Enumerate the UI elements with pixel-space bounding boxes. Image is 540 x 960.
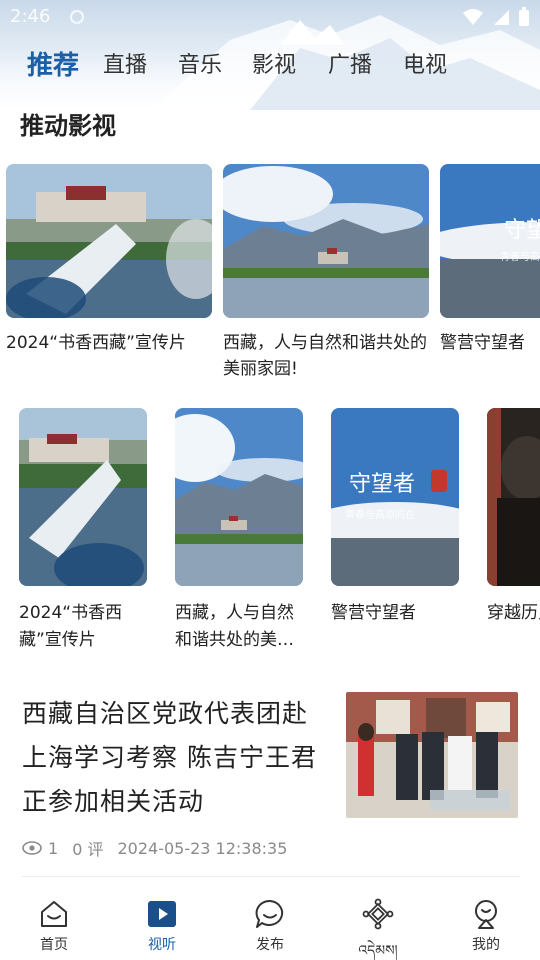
video-thumbnail-guardians: 守望者 青春与高原同在 [331, 408, 459, 586]
video-card[interactable]: 2024“书香西藏”宣传片 [6, 164, 212, 356]
publish-date: 2024-05-23 12:38:35 [117, 838, 288, 858]
video-caption: 西藏，人与自然和谐共处的美丽家园! [175, 603, 294, 650]
tab-radio[interactable]: 广播 [328, 46, 372, 86]
video-card[interactable]: 穿越历史对话 [487, 408, 540, 627]
status-time: 2:46 [10, 6, 51, 27]
video-caption: 2024“书香西藏”宣传片 [19, 603, 123, 650]
tab-tv[interactable]: 电视 [403, 46, 447, 86]
wifi-icon [463, 9, 483, 25]
tab-film[interactable]: 影视 [252, 46, 296, 86]
video-card[interactable]: 守望者 青春与高原同在 警营守望者 [440, 164, 540, 356]
video-card[interactable]: 西藏，人与自然和谐共处的美丽家园! [223, 164, 429, 382]
video-caption: 穿越历史对话 [487, 603, 540, 623]
video-thumbnail-lake [175, 408, 303, 586]
endless-knot-icon [362, 898, 394, 930]
video-caption: 警营守望者 [331, 603, 416, 623]
tab-live[interactable]: 直播 [103, 46, 147, 86]
video-caption: 警营守望者 [440, 333, 525, 353]
chat-icon [255, 899, 284, 928]
video-thumbnail-potala [19, 408, 147, 586]
news-item[interactable]: 西藏自治区党政代表团赴上海学习考察 陈吉宁王君正参加相关活动 1 0 评 202… [22, 692, 520, 872]
video-card[interactable]: 2024“书香西藏”宣传片 [19, 408, 147, 654]
tab-recommend[interactable]: 推荐 [27, 46, 79, 86]
battery-icon [519, 7, 529, 26]
news-thumbnail [346, 692, 518, 818]
nav-media[interactable]: 视听 [122, 898, 202, 954]
video-carousel-tall: 2024“书香西藏”宣传片 西藏，人与自然和谐共处的美丽家园! [0, 408, 540, 668]
video-caption: 西藏，人与自然和谐共处的美丽家园! [223, 333, 427, 379]
comment-count: 0 评 [72, 840, 104, 859]
status-icons [462, 6, 530, 28]
view-count: 1 [48, 838, 59, 858]
eye-icon [22, 841, 42, 855]
video-thumbnail-portrait [487, 408, 540, 586]
poster-subtitle: 青春与高原同在 [345, 510, 415, 521]
bottom-navigation: 首页 视听 发布 འདེམས། 我的 [0, 890, 540, 960]
notification-icon [70, 10, 84, 24]
nav-label: 我的 [472, 937, 500, 953]
profile-icon [475, 900, 497, 929]
nav-label: 视听 [148, 937, 176, 953]
category-tabs: 推荐 直播 音乐 影视 广播 电视 [0, 46, 540, 90]
divider [22, 876, 520, 877]
nav-publish[interactable]: 发布 [230, 898, 310, 954]
video-thumbnail-lake [223, 164, 429, 318]
video-thumbnail-guardians: 守望者 青春与高原同在 [440, 164, 540, 318]
news-meta: 1 0 评 2024-05-23 12:38:35 [22, 836, 287, 860]
nav-label: 发布 [256, 937, 284, 953]
tab-music[interactable]: 音乐 [178, 46, 222, 86]
poster-title: 守望者 [504, 218, 540, 243]
news-title: 西藏自治区党政代表团赴上海学习考察 陈吉宁王君正参加相关活动 [22, 699, 317, 816]
video-caption: 2024“书香西藏”宣传片 [6, 333, 186, 353]
section-title: 推动影视 [20, 112, 116, 140]
nav-label: འདེམས། [358, 943, 398, 959]
nav-tibetan[interactable]: འདེམས། [338, 898, 418, 960]
nav-home[interactable]: 首页 [14, 898, 94, 954]
poster-subtitle: 青春与高原同在 [500, 252, 540, 263]
play-icon [148, 901, 176, 927]
video-carousel-wide: 2024“书香西藏”宣传片 西藏，人与自然和谐共处的美丽家园! 守望 青春与高 … [0, 164, 540, 394]
video-card[interactable]: 守望者 青春与高原同在 警营守望者 [331, 408, 459, 627]
video-card[interactable]: 西藏，人与自然和谐共处的美丽家园! [175, 408, 303, 654]
nav-label: 首页 [40, 937, 68, 953]
video-thumbnail-potala [6, 164, 212, 318]
signal-icon [494, 10, 509, 25]
home-icon [41, 901, 67, 927]
app-screen: 2:46 推荐 直播 音乐 影视 广播 电视 推动影视 2024“书香西藏”宣传… [0, 0, 540, 960]
poster-title: 守望者 [349, 472, 416, 497]
nav-profile[interactable]: 我的 [446, 898, 526, 954]
status-bar: 2:46 [0, 0, 540, 34]
